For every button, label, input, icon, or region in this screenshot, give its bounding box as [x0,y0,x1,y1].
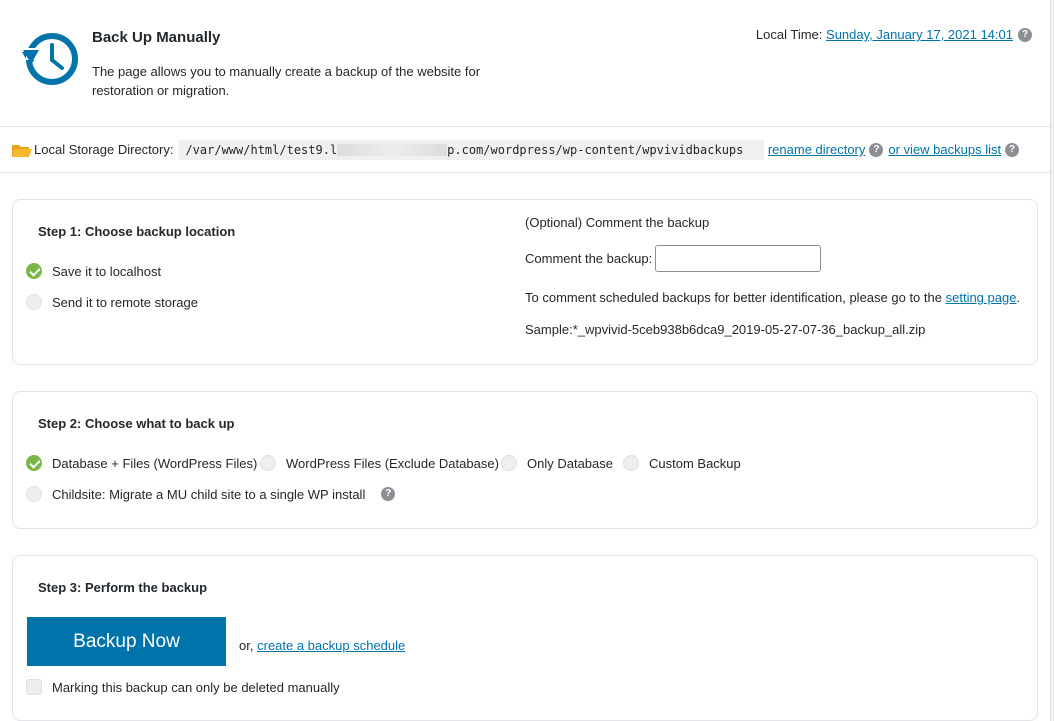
option-wp-files-label: WordPress Files (Exclude Database) [286,455,499,471]
redacted-block [337,144,448,156]
radio-icon[interactable] [26,294,42,310]
local-time: Local Time: Sunday, January 17, 2021 14:… [756,27,1032,42]
step1-title: Step 1: Choose backup location [38,224,236,239]
option-childsite-label: Childsite: Migrate a MU child site to a … [52,486,366,502]
option-db-files-label: Database + Files (WordPress Files) [52,455,258,471]
option-only-db[interactable]: Only Database [501,455,613,471]
checkbox-icon[interactable] [26,679,42,695]
help-icon[interactable]: ? [381,487,396,501]
option-localhost-label: Save it to localhost [52,263,162,279]
comment-hint: To comment scheduled backups for better … [525,290,1020,305]
option-db-files[interactable]: Database + Files (WordPress Files) [26,455,257,471]
setting-page-link[interactable]: setting page [946,290,1017,305]
step3-title: Step 3: Perform the backup [38,580,208,595]
option-remote[interactable]: Send it to remote storage [26,294,198,310]
schedule-row: or, create a backup schedule [239,638,405,653]
step1-card: Step 1: Choose backup location Save it t… [12,199,1038,365]
help-icon[interactable]: ? [1005,142,1020,157]
radio-icon[interactable] [260,455,276,471]
page-header: Back Up Manually The page allows you to … [0,0,1050,127]
create-schedule-link[interactable]: create a backup schedule [257,638,405,653]
path-start: /var/www/html/test9.l [185,142,338,157]
step2-title: Step 2: Choose what to back up [38,416,235,431]
storage-path: /var/www/html/test9.l p.com/wordpress/wp-… [179,139,764,160]
backup-now-button[interactable]: Backup Now [27,617,226,666]
hint-end: . [1016,290,1021,305]
option-childsite[interactable]: Childsite: Migrate a MU child site to a … [26,486,396,502]
or-text: or, [239,638,254,653]
step3-card: Step 3: Perform the backup Backup Now or… [12,555,1038,721]
option-custom-label: Custom Backup [649,455,741,471]
comment-input[interactable] [655,245,822,272]
storage-label: Local Storage Directory: [34,142,174,157]
help-icon[interactable]: ? [869,142,884,157]
local-time-link[interactable]: Sunday, January 17, 2021 14:01 [826,27,1013,42]
option-only-db-label: Only Database [527,455,613,471]
option-remote-label: Send it to remote storage [52,294,198,310]
page-description: The page allows you to manually create a… [92,64,481,98]
radio-checked-icon[interactable] [26,455,42,471]
step2-card: Step 2: Choose what to back up Database … [12,391,1038,529]
mark-manual-delete[interactable]: Marking this backup can only be deleted … [26,679,340,695]
page-title: Back Up Manually [92,29,221,46]
hint-text: To comment scheduled backups for better … [525,290,942,305]
help-icon[interactable]: ? [1018,27,1032,42]
radio-icon[interactable] [501,455,517,471]
option-custom[interactable]: Custom Backup [623,455,741,471]
comment-header: (Optional) Comment the backup [525,215,710,230]
local-time-label: Local Time: [755,27,823,42]
local-storage-bar: Local Storage Directory: /var/www/html/t… [0,127,1050,173]
comment-row: Comment the backup: [525,245,822,272]
radio-icon[interactable] [623,455,639,471]
option-localhost[interactable]: Save it to localhost [26,263,161,279]
rename-directory-link[interactable]: rename directory [768,142,866,157]
view-backups-link[interactable]: or view backups list [888,142,1001,157]
path-end: p.com/wordpress/wp-content/wpvividbackup… [447,142,744,157]
option-wp-files[interactable]: WordPress Files (Exclude Database) [260,455,499,471]
backup-clock-icon [22,33,78,85]
radio-icon[interactable] [26,486,42,502]
page-frame: Back Up Manually The page allows you to … [0,0,1051,721]
folder-icon [12,144,32,157]
radio-checked-icon[interactable] [26,263,42,279]
comment-label: Comment the backup: [525,251,653,266]
sample-filename: Sample:*_wpvivid-5ceb938b6dca9_2019-05-2… [525,322,926,337]
mark-manual-delete-label: Marking this backup can only be deleted … [52,679,340,695]
